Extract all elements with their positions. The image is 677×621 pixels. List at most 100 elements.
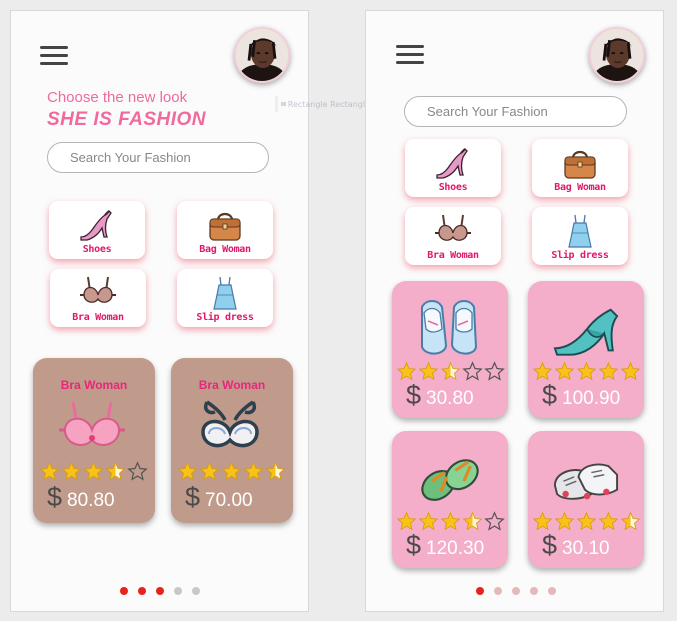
sneakers-icon xyxy=(548,449,624,509)
product-card[interactable]: $120.30 xyxy=(392,431,508,568)
product-card[interactable]: Bra Woman $80.80 xyxy=(33,358,155,523)
tagline: Choose the new look xyxy=(47,89,188,106)
category-shoes[interactable]: Shoes xyxy=(405,139,501,197)
star-full-icon xyxy=(440,511,461,531)
star-empty-icon xyxy=(462,361,483,381)
page-indicator xyxy=(120,587,210,595)
star-full-icon xyxy=(598,361,619,381)
star-full-icon xyxy=(243,461,264,481)
star-full-icon xyxy=(532,361,553,381)
star-full-icon xyxy=(199,461,220,481)
category-label: Bra Woman xyxy=(427,250,479,261)
product-card[interactable]: $30.10 xyxy=(528,431,644,568)
avatar[interactable] xyxy=(234,27,290,83)
star-empty-icon xyxy=(127,461,148,481)
star-half-icon xyxy=(105,461,126,481)
bra-icon xyxy=(433,213,473,249)
teal-pump-icon xyxy=(548,299,624,359)
price-value: 30.10 xyxy=(562,538,610,559)
star-full-icon xyxy=(532,511,553,531)
product-title: Bra Woman xyxy=(60,378,128,392)
left-screen: Choose the new look SHE IS FASHION Searc… xyxy=(10,10,309,612)
star-full-icon xyxy=(576,361,597,381)
star-full-icon xyxy=(598,511,619,531)
star-full-icon xyxy=(396,361,417,381)
star-full-icon xyxy=(576,511,597,531)
star-full-icon xyxy=(418,361,439,381)
category-label: Slip dress xyxy=(551,250,609,261)
category-slip-dress[interactable]: Slip dress xyxy=(177,269,273,327)
star-empty-icon xyxy=(484,511,505,531)
flip-flops-icon xyxy=(412,449,488,509)
price-value: 30.80 xyxy=(426,388,474,409)
star-half-icon xyxy=(440,361,461,381)
menu-icon[interactable] xyxy=(396,45,424,65)
category-label: Slip dress xyxy=(196,312,254,323)
page-dot[interactable] xyxy=(494,587,502,595)
price-value: 80.80 xyxy=(67,490,115,511)
page-dot[interactable] xyxy=(512,587,520,595)
avatar[interactable] xyxy=(589,27,645,83)
star-full-icon xyxy=(396,511,417,531)
price: $120.30 xyxy=(406,530,484,561)
search-placeholder: Search Your Fashion xyxy=(70,150,191,165)
category-bra-woman[interactable]: Bra Woman xyxy=(50,269,146,327)
star-full-icon xyxy=(83,461,104,481)
category-bra-woman[interactable]: Bra Woman xyxy=(405,207,501,265)
rating-stars xyxy=(532,361,642,382)
page-dot[interactable] xyxy=(192,587,200,595)
layer-label: Rectangle Rectangle xyxy=(287,99,370,109)
category-label: Shoes xyxy=(82,244,112,255)
product-card[interactable]: $30.80 xyxy=(392,281,508,418)
high-heel-icon xyxy=(433,145,473,181)
currency-symbol: $ xyxy=(47,482,63,512)
page-dot[interactable] xyxy=(174,587,182,595)
price: $70.00 xyxy=(185,482,253,513)
category-slip-dress[interactable]: Slip dress xyxy=(532,207,628,265)
currency-symbol: $ xyxy=(406,380,422,410)
category-bag-woman[interactable]: Bag Woman xyxy=(532,139,628,197)
price-value: 100.90 xyxy=(562,388,621,409)
ribbon-bra-icon xyxy=(195,398,265,454)
currency-symbol: $ xyxy=(542,380,558,410)
page-dot[interactable] xyxy=(530,587,538,595)
page-dot[interactable] xyxy=(476,587,484,595)
pink-bra-icon xyxy=(57,398,127,454)
page-dot[interactable] xyxy=(138,587,146,595)
category-bag-woman[interactable]: Bag Woman xyxy=(177,201,273,259)
page-dot[interactable] xyxy=(120,587,128,595)
star-full-icon xyxy=(177,461,198,481)
product-card[interactable]: $100.90 xyxy=(528,281,644,418)
rating-stars xyxy=(532,511,642,532)
star-empty-icon xyxy=(484,361,505,381)
search-input[interactable]: Search Your Fashion xyxy=(404,96,627,127)
product-card[interactable]: Bra Woman $70.00 xyxy=(171,358,293,523)
category-label: Bag Woman xyxy=(199,244,251,255)
star-full-icon xyxy=(418,511,439,531)
price: $30.80 xyxy=(406,380,474,411)
category-label: Bra Woman xyxy=(72,312,124,323)
layer-icon xyxy=(275,96,286,112)
high-heel-icon xyxy=(77,207,117,243)
handbag-icon xyxy=(560,145,600,181)
category-label: Shoes xyxy=(438,182,468,193)
search-input[interactable]: Search Your Fashion xyxy=(47,142,269,173)
currency-symbol: $ xyxy=(185,482,201,512)
star-half-icon xyxy=(462,511,483,531)
price: $30.10 xyxy=(542,530,610,561)
page-dot[interactable] xyxy=(548,587,556,595)
category-shoes[interactable]: Shoes xyxy=(49,201,145,259)
menu-icon[interactable] xyxy=(40,46,68,66)
page-dot[interactable] xyxy=(156,587,164,595)
star-full-icon xyxy=(554,511,575,531)
right-screen: Search Your Fashion Shoes Bag Woman Bra Wo… xyxy=(365,10,664,612)
page-indicator xyxy=(476,587,566,595)
search-placeholder: Search Your Fashion xyxy=(427,104,548,119)
product-title: Bra Woman xyxy=(198,378,266,392)
ballet-flats-icon xyxy=(412,299,488,359)
price: $80.80 xyxy=(47,482,115,513)
rating-stars xyxy=(177,461,287,482)
star-full-icon xyxy=(39,461,60,481)
price-value: 120.30 xyxy=(426,538,485,559)
currency-symbol: $ xyxy=(406,530,422,560)
